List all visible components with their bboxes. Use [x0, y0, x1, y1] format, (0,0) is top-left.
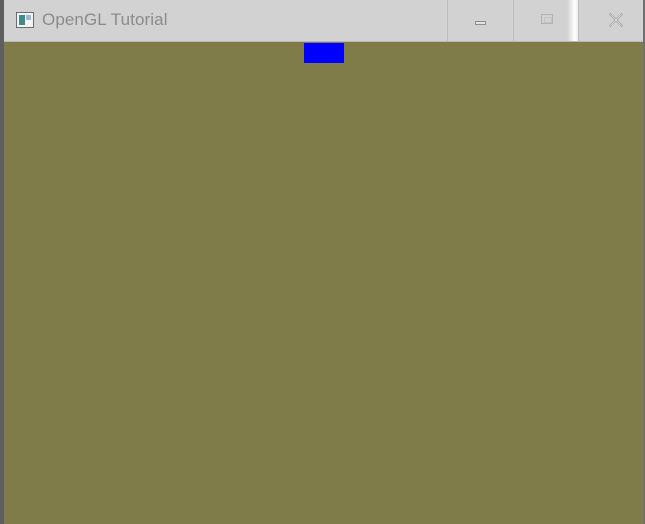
opengl-viewport[interactable] — [4, 42, 643, 524]
close-button[interactable] — [578, 0, 643, 41]
close-icon — [609, 13, 623, 27]
minimize-button[interactable] — [447, 0, 512, 41]
minimize-icon — [475, 21, 486, 25]
blue-rectangle — [304, 43, 344, 63]
maximize-button[interactable] — [513, 0, 578, 41]
title-bar[interactable]: OpenGL Tutorial — [4, 0, 643, 42]
opengl-app-icon[interactable] — [16, 12, 34, 28]
app-icon-pane — [19, 15, 25, 25]
maximize-icon — [541, 14, 553, 24]
window-title: OpenGL Tutorial — [42, 10, 168, 29]
opengl-window: OpenGL Tutorial — [0, 0, 645, 524]
app-icon-pane — [26, 15, 31, 20]
